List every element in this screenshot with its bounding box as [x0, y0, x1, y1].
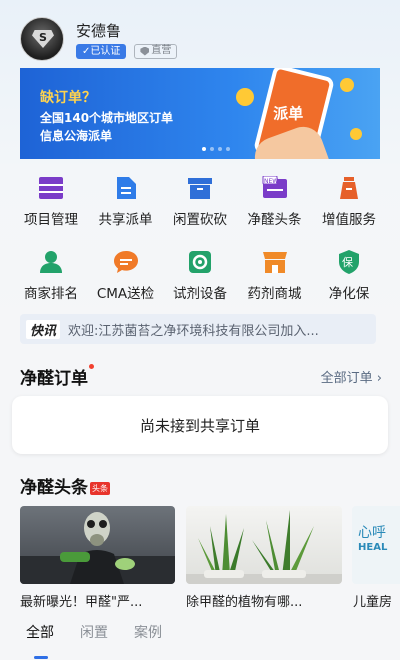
- grid-label: 商家排名: [24, 286, 78, 302]
- user-info: 安德鲁 ✓已认证 直营: [76, 20, 178, 59]
- shop-icon: [262, 250, 288, 274]
- user-name: 安德鲁: [76, 21, 122, 40]
- content-tabs: 全部 闲置 案例: [26, 622, 162, 642]
- grid-item-cma-inspection[interactable]: CMA送检: [89, 250, 163, 324]
- superman-logo-icon: S: [32, 30, 54, 48]
- grid-label: 试剂设备: [173, 286, 227, 302]
- tab-cases[interactable]: 案例: [134, 622, 162, 642]
- headlines-title-text: 净醛头条: [20, 478, 88, 498]
- ticker-logo: 快讯: [26, 319, 61, 339]
- hot-badge: 头条: [90, 482, 110, 495]
- coin-icon: [236, 88, 254, 106]
- grid-item-project-management[interactable]: 项目管理: [14, 176, 88, 250]
- grid-row: 项目管理 共享派单 闲置砍砍 NEW 净醛头条 增值服务: [14, 176, 386, 250]
- jar-icon: [336, 176, 362, 200]
- carousel-dot[interactable]: [202, 147, 206, 151]
- gas-mask-illustration: [20, 512, 175, 584]
- news-card-image[interactable]: 心呼 HEAL: [352, 506, 400, 584]
- shield-icon: 保: [336, 250, 362, 274]
- grid-item-headlines[interactable]: NEW 净醛头条: [238, 176, 312, 250]
- grid-label: CMA送检: [96, 286, 155, 302]
- grid-row: 商家排名 CMA送检 试剂设备 药剂商城 保 净化保: [14, 250, 386, 324]
- all-orders-link[interactable]: 全部订单 ›: [321, 367, 382, 386]
- banner-headline: 缺订单？: [40, 87, 96, 107]
- grid-item-reagent-equipment[interactable]: 试剂设备: [163, 250, 237, 324]
- promo-banner[interactable]: 缺订单？ 全国140个城市地区订单 信息公海派单 派单: [20, 68, 380, 159]
- carousel-dot[interactable]: [218, 147, 222, 151]
- coin-icon: [340, 78, 354, 92]
- orders-section-title: 净醛订单: [20, 364, 94, 389]
- grid-label: 闲置砍砍: [173, 212, 227, 228]
- grid-label: 净醛头条: [247, 212, 302, 228]
- carousel-dots: [202, 147, 230, 151]
- direct-label: 直营: [151, 45, 172, 56]
- banner-line2: 全国140个城市地区订单: [40, 111, 174, 125]
- order-empty-text: 尚未接到共享订单: [139, 416, 260, 435]
- grid-label: 净化保: [328, 286, 370, 302]
- headlines-section-title: 净醛头条 头条: [20, 473, 110, 498]
- news-caption[interactable]: 除甲醛的植物有哪...: [186, 591, 346, 610]
- svg-text:NEW: NEW: [264, 178, 278, 185]
- verified-badge: ✓已认证: [76, 43, 127, 59]
- grid-label: 增值服务: [322, 212, 376, 228]
- document-icon: [113, 176, 139, 200]
- order-card[interactable]: 尚未接到共享订单: [12, 396, 388, 454]
- banner-line3: 信息公海派单: [40, 129, 113, 143]
- shield-glyph: 保: [342, 255, 353, 269]
- chat-icon: [113, 250, 139, 274]
- box-icon: [187, 176, 213, 200]
- carousel-dot[interactable]: [226, 147, 230, 151]
- phone-screen-text: 派单: [273, 104, 304, 123]
- snake-plant-illustration: [186, 510, 342, 584]
- project-icon: [38, 176, 64, 200]
- grid-item-shared-dispatch[interactable]: 共享派单: [89, 176, 163, 250]
- feature-grid: 项目管理 共享派单 闲置砍砍 NEW 净醛头条 增值服务 商家排名 CMA送检 …: [14, 176, 386, 324]
- orders-title-text: 净醛订单: [20, 369, 88, 389]
- news-ticker[interactable]: 快讯 欢迎:江苏菌苔之净环境科技有限公司加入...: [20, 314, 376, 344]
- news-card-image[interactable]: [20, 506, 175, 584]
- tab-idle[interactable]: 闲置: [80, 622, 108, 642]
- grid-label: 项目管理: [24, 212, 78, 228]
- active-tab-indicator: [34, 656, 48, 659]
- user-tags: ✓已认证 直营: [76, 43, 178, 59]
- partial-image-subtext: HEAL: [358, 542, 388, 553]
- grid-label: 共享派单: [98, 212, 153, 228]
- grid-item-value-added[interactable]: 增值服务: [312, 176, 386, 250]
- news-icon: NEW: [262, 176, 288, 200]
- coin-icon: [350, 128, 362, 140]
- shield-small-icon: [140, 46, 150, 56]
- grid-item-chemical-mall[interactable]: 药剂商城: [238, 250, 312, 324]
- news-card-image[interactable]: [186, 506, 342, 584]
- avatar-letter: S: [39, 31, 47, 44]
- user-ranking-icon: [38, 250, 64, 274]
- news-caption[interactable]: 最新曝光！甲醛"严...: [20, 591, 180, 610]
- avatar[interactable]: S: [20, 17, 64, 61]
- carousel-dot[interactable]: [210, 147, 214, 151]
- banner-headline-text: 缺订单？: [40, 90, 96, 106]
- grid-item-purification-insurance[interactable]: 保 净化保: [312, 250, 386, 324]
- grid-label: 药剂商城: [247, 286, 302, 302]
- grid-item-idle-bargain[interactable]: 闲置砍砍: [163, 176, 237, 250]
- gear-icon: [187, 250, 213, 274]
- partial-image-text: 心呼: [358, 525, 386, 541]
- direct-badge: 直营: [134, 43, 178, 59]
- user-header: S 安德鲁 ✓已认证 直营: [20, 17, 178, 61]
- tab-all[interactable]: 全部: [26, 622, 54, 642]
- ticker-text: 欢迎:江苏菌苔之净环境科技有限公司加入...: [68, 323, 319, 339]
- notification-dot: [89, 364, 94, 369]
- news-caption[interactable]: 儿童房: [353, 591, 400, 610]
- grid-item-merchant-ranking[interactable]: 商家排名: [14, 250, 88, 324]
